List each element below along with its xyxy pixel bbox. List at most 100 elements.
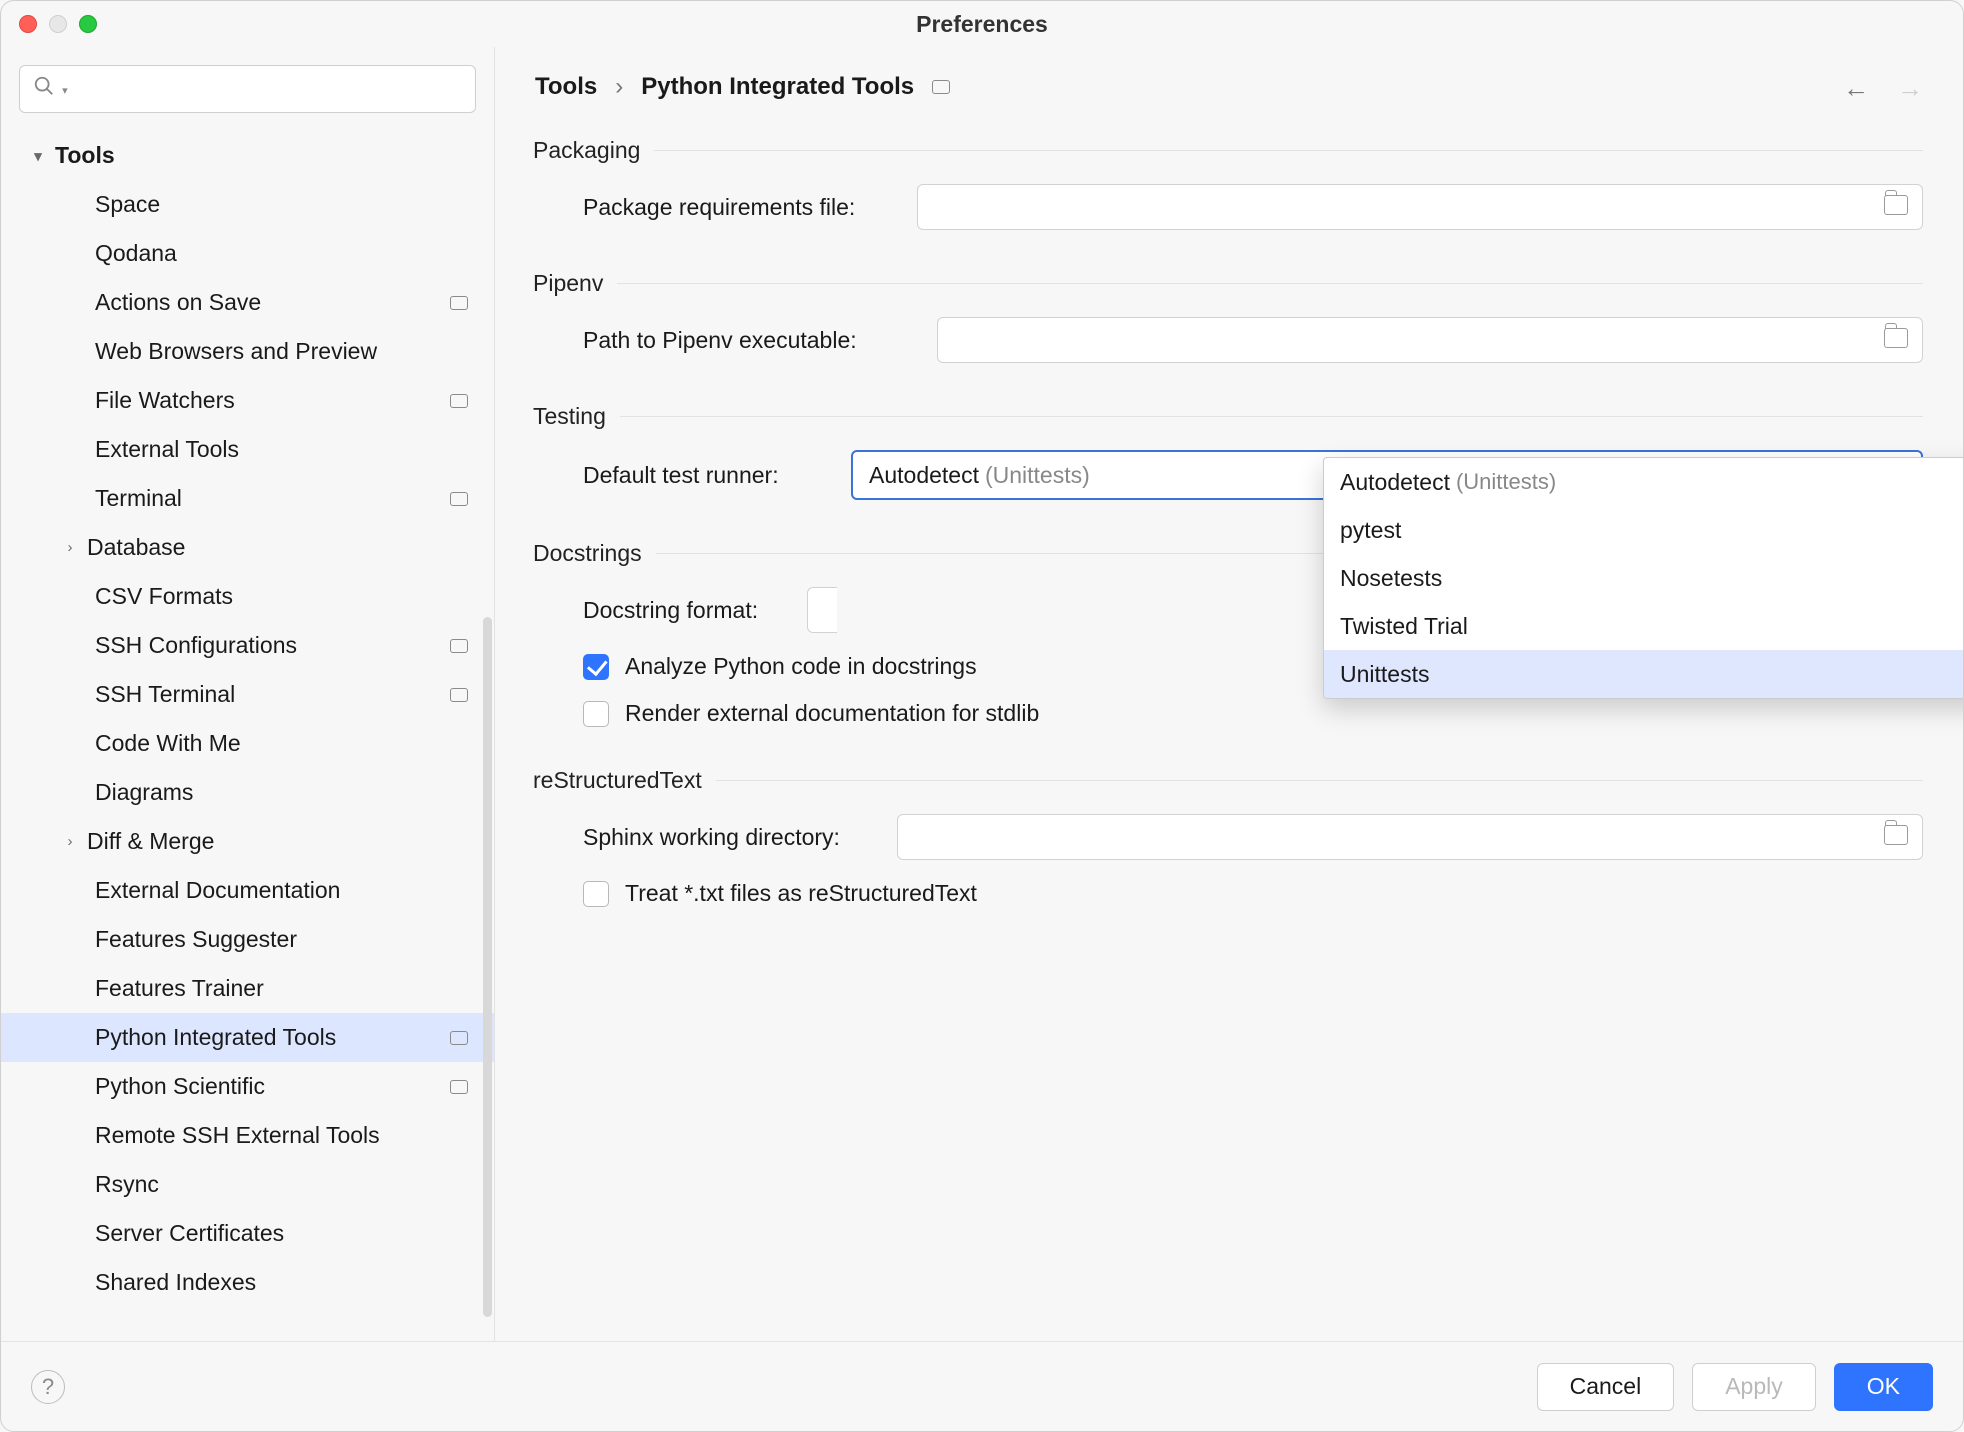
sidebar-item-label: Diagrams (95, 779, 193, 806)
pipenv-path-input[interactable] (937, 317, 1923, 363)
dropdown-option-label: Unittests (1340, 661, 1429, 688)
sidebar-item-remote-ssh-external-tools[interactable]: Remote SSH External Tools (1, 1111, 494, 1160)
window-title: Preferences (1, 11, 1963, 38)
cancel-button[interactable]: Cancel (1537, 1363, 1675, 1411)
sidebar-item-label: Qodana (95, 240, 177, 267)
settings-search[interactable]: ▾ (19, 65, 476, 113)
section-legend: reStructuredText (533, 767, 716, 794)
apply-button[interactable]: Apply (1692, 1363, 1816, 1411)
package-req-input[interactable] (917, 184, 1923, 230)
preferences-window: Preferences ▾ ▾ Tools Space Qodana Actions… (0, 0, 1964, 1432)
sidebar-item-csv-formats[interactable]: CSV Formats (1, 572, 494, 621)
sidebar-item-features-trainer[interactable]: Features Trainer (1, 964, 494, 1013)
project-scope-icon (450, 1080, 468, 1094)
dropdown-option-label: Twisted Trial (1340, 613, 1468, 640)
sidebar-item-features-suggester[interactable]: Features Suggester (1, 915, 494, 964)
dropdown-option-unittests[interactable]: Unittests (1324, 650, 1964, 698)
search-input[interactable] (19, 65, 476, 113)
sidebar-item-label: Python Integrated Tools (95, 1024, 336, 1051)
sidebar-item-file-watchers[interactable]: File Watchers (1, 376, 494, 425)
docstring-format-select[interactable] (807, 587, 837, 633)
sidebar-item-label: Diff & Merge (87, 828, 214, 855)
dropdown-option-label: Autodetect (1340, 469, 1450, 496)
chevron-right-icon: › (59, 833, 81, 850)
sidebar-item-code-with-me[interactable]: Code With Me (1, 719, 494, 768)
browse-folder-icon[interactable] (1884, 328, 1908, 348)
breadcrumb-part-1[interactable]: Tools (535, 73, 597, 101)
section-legend: Pipenv (533, 270, 617, 297)
sidebar-item-label: Space (95, 191, 160, 218)
dropdown-option-label: Nosetests (1340, 565, 1442, 592)
sidebar-item-ssh-terminal[interactable]: SSH Terminal (1, 670, 494, 719)
help-button[interactable]: ? (31, 1370, 65, 1404)
test-runner-dropdown[interactable]: Autodetect(Unittests) pytest Nosetests Twis… (1323, 457, 1964, 699)
sidebar-item-server-certificates[interactable]: Server Certificates (1, 1209, 494, 1258)
project-scope-icon (450, 492, 468, 506)
chevron-right-icon: › (59, 539, 81, 556)
sidebar-item-shared-indexes[interactable]: Shared Indexes (1, 1258, 494, 1307)
sidebar-item-space[interactable]: Space (1, 180, 494, 229)
dropdown-option-pytest[interactable]: pytest (1324, 506, 1964, 554)
sidebar-item-python-scientific[interactable]: Python Scientific (1, 1062, 494, 1111)
browse-folder-icon[interactable] (1884, 825, 1908, 845)
sidebar-item-diagrams[interactable]: Diagrams (1, 768, 494, 817)
checkbox-label: Analyze Python code in docstrings (625, 653, 977, 680)
sidebar-item-database[interactable]: › Database (1, 523, 494, 572)
select-value-hint: (Unittests) (985, 462, 1090, 489)
nav-forward-icon[interactable]: → (1897, 73, 1923, 104)
sidebar-item-label: SSH Configurations (95, 632, 297, 659)
sidebar-item-label: External Documentation (95, 877, 340, 904)
package-req-label: Package requirements file: (583, 194, 893, 221)
dropdown-option-nosetests[interactable]: Nosetests (1324, 554, 1964, 602)
project-scope-icon (932, 80, 950, 94)
browse-folder-icon[interactable] (1884, 195, 1908, 215)
sidebar-item-label: Python Scientific (95, 1073, 265, 1100)
sidebar-item-actions-on-save[interactable]: Actions on Save (1, 278, 494, 327)
scrollbar-thumb[interactable] (483, 617, 492, 1317)
project-scope-icon (450, 1031, 468, 1045)
sidebar-item-external-documentation[interactable]: External Documentation (1, 866, 494, 915)
chevron-down-icon: ▾ (27, 147, 49, 165)
checkbox-label: Render external documentation for stdlib (625, 700, 1039, 727)
nav-back-icon[interactable]: ← (1843, 73, 1869, 104)
settings-tree[interactable]: ▾ Tools Space Qodana Actions on Save Web Br… (1, 131, 494, 1341)
sphinx-dir-label: Sphinx working directory: (583, 824, 873, 851)
ok-button[interactable]: OK (1834, 1363, 1933, 1411)
dropdown-option-hint: (Unittests) (1456, 469, 1556, 495)
tree-node-label: Tools (55, 142, 115, 169)
checkbox-label: Treat *.txt files as reStructuredText (625, 880, 977, 907)
sidebar-item-label: Features Trainer (95, 975, 264, 1002)
dropdown-option-autodetect[interactable]: Autodetect(Unittests) (1324, 458, 1964, 506)
search-icon: ▾ (33, 75, 67, 103)
sidebar-item-diff-merge[interactable]: › Diff & Merge (1, 817, 494, 866)
sidebar-item-rsync[interactable]: Rsync (1, 1160, 494, 1209)
sidebar-item-label: Terminal (95, 485, 182, 512)
analyze-docstrings-checkbox[interactable] (583, 654, 609, 680)
sidebar-item-qodana[interactable]: Qodana (1, 229, 494, 278)
dropdown-option-twisted-trial[interactable]: Twisted Trial (1324, 602, 1964, 650)
sidebar-item-ssh-configurations[interactable]: SSH Configurations (1, 621, 494, 670)
sphinx-dir-input[interactable] (897, 814, 1923, 860)
sidebar-item-label: Database (87, 534, 185, 561)
sidebar-item-label: Rsync (95, 1171, 159, 1198)
sidebar-item-terminal[interactable]: Terminal (1, 474, 494, 523)
dropdown-option-label: pytest (1340, 517, 1401, 544)
content-pane: ← → Tools › Python Integrated Tools Pack… (495, 47, 1963, 1341)
sidebar-item-python-integrated-tools[interactable]: Python Integrated Tools (1, 1013, 494, 1062)
select-value: Autodetect (869, 462, 979, 489)
section-legend: Docstrings (533, 540, 656, 567)
titlebar: Preferences (1, 1, 1963, 47)
render-stdlib-docs-checkbox[interactable] (583, 701, 609, 727)
tree-node-tools[interactable]: ▾ Tools (1, 131, 494, 180)
sidebar-item-web-browsers-and-preview[interactable]: Web Browsers and Preview (1, 327, 494, 376)
sidebar-item-label: Actions on Save (95, 289, 261, 316)
project-scope-icon (450, 394, 468, 408)
sidebar-item-label: SSH Terminal (95, 681, 235, 708)
treat-txt-as-rst-checkbox[interactable] (583, 881, 609, 907)
docstring-format-label: Docstring format: (583, 597, 783, 624)
section-pipenv: Pipenv Path to Pipenv executable: (535, 270, 1923, 363)
sidebar-item-label: External Tools (95, 436, 239, 463)
pipenv-path-label: Path to Pipenv executable: (583, 327, 913, 354)
breadcrumb-separator: › (615, 73, 623, 101)
sidebar-item-external-tools[interactable]: External Tools (1, 425, 494, 474)
